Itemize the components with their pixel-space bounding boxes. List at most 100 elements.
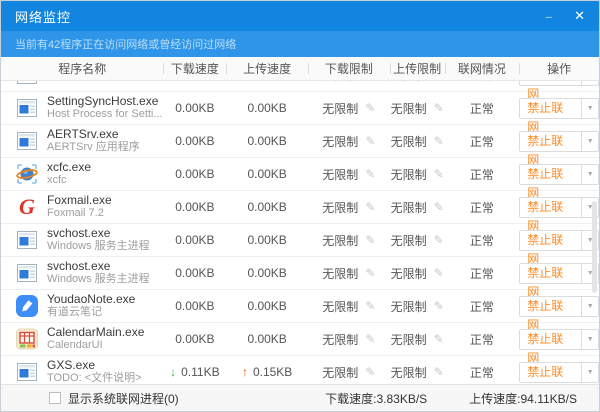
upload-speed-value: 0.00KB — [247, 233, 286, 247]
block-network-button-group: 禁止联网 — [519, 296, 599, 317]
block-network-button[interactable]: 禁止联网 — [520, 297, 581, 316]
edit-upload-limit-icon[interactable] — [434, 365, 444, 379]
edit-upload-limit-icon[interactable] — [434, 233, 444, 247]
edit-download-limit-icon[interactable] — [365, 233, 375, 247]
action-cell: 禁止联网 — [519, 92, 599, 124]
upload-limit-cell: 无限制 — [390, 158, 445, 190]
block-network-button[interactable]: 禁止联网 — [520, 330, 581, 349]
table-row: YoudaoNote.exe 有道云笔记 0.00KB 0.00KB 无限制 — [1, 290, 599, 323]
block-network-button[interactable]: 禁止联网 — [520, 99, 581, 118]
edit-upload-limit-icon[interactable] — [434, 299, 444, 313]
program-icon — [15, 228, 39, 252]
edit-download-limit-icon[interactable] — [365, 332, 375, 346]
upload-limit-value: 无限制 — [391, 298, 427, 315]
block-network-button-group: 禁止联网 — [519, 81, 599, 86]
edit-download-limit-icon[interactable] — [365, 299, 375, 313]
net-status-value: 正常 — [470, 81, 494, 84]
program-icon — [15, 129, 39, 153]
edit-upload-limit-icon[interactable] — [434, 81, 444, 82]
action-cell: 禁止联网 — [519, 191, 599, 223]
program-text: xcfc.exe xcfc — [47, 161, 91, 187]
edit-upload-limit-icon[interactable] — [434, 101, 444, 115]
program-name: CalendarMain.exe — [47, 326, 144, 339]
net-status-cell: 正常 — [445, 125, 520, 157]
block-network-button[interactable]: 禁止联网 — [520, 165, 581, 184]
upload-speed-value: 0.00KB — [247, 134, 286, 148]
download-limit-value: 无限制 — [322, 166, 358, 183]
notice-text: 当前有42程序正在访问网络或曾经访问过网络 — [15, 36, 236, 52]
program-name: xcfc.exe — [47, 161, 91, 174]
download-arrow-icon — [170, 366, 176, 378]
net-status-cell: 正常 — [445, 356, 520, 384]
program-desc: Foxmail 7.2 — [47, 207, 112, 220]
download-limit-value: 无限制 — [322, 133, 358, 150]
download-speed-cell: 0.00KB — [163, 257, 226, 289]
block-network-dropdown[interactable] — [581, 297, 598, 316]
edit-upload-limit-icon[interactable] — [434, 266, 444, 280]
block-network-dropdown[interactable] — [581, 363, 598, 382]
program-name: AERTSrv.exe — [47, 128, 140, 141]
table-row: Foxmail.exe Foxmail 7.2 0.00KB 0.00KB 无限… — [1, 191, 599, 224]
block-network-button[interactable]: 禁止联网 — [520, 198, 581, 217]
upload-limit-cell: 无限制 — [390, 125, 445, 157]
program-name: YoudaoNote.exe — [47, 293, 135, 306]
program-icon — [15, 195, 39, 219]
upload-limit-value: 无限制 — [391, 100, 427, 117]
download-limit-value: 无限制 — [322, 199, 358, 216]
upload-limit-cell: 无限制 — [390, 323, 445, 355]
block-network-button-group: 禁止联网 — [519, 197, 599, 218]
edit-download-limit-icon[interactable] — [365, 101, 375, 115]
upload-limit-value: 无限制 — [391, 331, 427, 348]
block-network-button-group: 禁止联网 — [519, 98, 599, 119]
table-row: AERTSrv.exe AERTSrv 应用程序 0.00KB 0.00KB 无… — [1, 125, 599, 158]
header-program-name: 程序名称 — [1, 57, 163, 80]
block-network-button[interactable]: 禁止联网 — [520, 231, 581, 250]
download-limit-value: 无限制 — [322, 298, 358, 315]
program-cell: SettingSyncHost.exe Host Process for Set… — [1, 92, 163, 124]
program-cell: Foxmail.exe Foxmail 7.2 — [1, 191, 163, 223]
close-icon[interactable] — [574, 8, 585, 24]
program-desc: Windows 服务主进程 — [47, 240, 150, 253]
edit-upload-limit-icon[interactable] — [434, 167, 444, 181]
edit-download-limit-icon[interactable] — [365, 200, 375, 214]
program-text: Windows 服务主进程 — [47, 81, 150, 82]
download-speed-value: 0.11KB — [181, 365, 219, 379]
block-network-button[interactable]: 禁止联网 — [520, 264, 581, 283]
table-viewport[interactable]: Windows 服务主进程 0.00KB 0.00KB 无限制 无限制 — [1, 81, 599, 384]
vertical-scrollbar-thumb[interactable] — [592, 201, 597, 293]
download-limit-cell: 无限制 — [308, 356, 390, 384]
edit-download-limit-icon[interactable] — [365, 167, 375, 181]
action-cell: 禁止联网 — [519, 125, 599, 157]
block-network-dropdown[interactable] — [581, 330, 598, 349]
upload-speed-cell: 0.00KB — [226, 158, 308, 190]
edit-download-limit-icon[interactable] — [365, 81, 375, 82]
block-network-button[interactable]: 禁止联网 — [520, 132, 581, 151]
program-desc: Windows 服务主进程 — [47, 81, 150, 82]
edit-upload-limit-icon[interactable] — [434, 134, 444, 148]
block-network-dropdown[interactable] — [581, 132, 598, 151]
edit-download-limit-icon[interactable] — [365, 266, 375, 280]
minimize-icon[interactable] — [546, 8, 552, 24]
program-icon — [15, 360, 39, 384]
block-network-dropdown[interactable] — [581, 165, 598, 184]
block-network-button[interactable]: 禁止联网 — [520, 81, 581, 85]
block-network-button-group: 禁止联网 — [519, 131, 599, 152]
block-network-button[interactable]: 禁止联网 — [520, 363, 581, 382]
program-name: Foxmail.exe — [47, 194, 112, 207]
program-text: Foxmail.exe Foxmail 7.2 — [47, 194, 112, 220]
program-desc: TODO: <文件说明> — [47, 372, 142, 384]
edit-upload-limit-icon[interactable] — [434, 332, 444, 346]
edit-download-limit-icon[interactable] — [365, 365, 375, 379]
download-limit-value: 无限制 — [322, 100, 358, 117]
show-system-processes-checkbox[interactable] — [49, 392, 61, 404]
upload-speed-cell: 0.00KB — [226, 92, 308, 124]
edit-upload-limit-icon[interactable] — [434, 200, 444, 214]
block-network-dropdown[interactable] — [581, 81, 598, 85]
table-row: xcfc.exe xcfc 0.00KB 0.00KB 无限制 — [1, 158, 599, 191]
action-cell: 禁止联网 — [519, 158, 599, 190]
block-network-dropdown[interactable] — [581, 99, 598, 118]
header-net-status: 联网情况 — [445, 57, 520, 80]
download-speed-cell: 0.00KB — [163, 92, 226, 124]
net-status-cell: 正常 — [445, 323, 520, 355]
edit-download-limit-icon[interactable] — [365, 134, 375, 148]
